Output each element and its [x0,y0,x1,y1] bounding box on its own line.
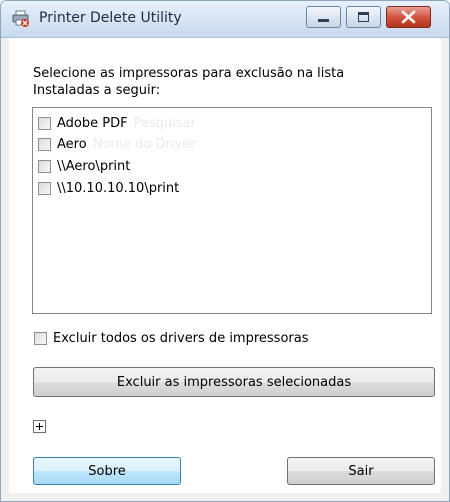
ghost-text: Pesquisar [133,115,196,131]
list-item-printer[interactable]: Aero Nome do Driver [38,134,196,154]
window-title: Printer Delete Utility [39,10,182,26]
exit-button[interactable]: Sair [287,457,435,485]
printer-checkbox[interactable] [38,159,51,173]
delete-selected-button[interactable]: Excluir as impressoras selecionadas [33,367,435,397]
ghost-text: Nome do Driver [92,136,196,152]
close-icon [401,10,416,24]
printer-name: \\10.10.10.10\print [57,180,180,196]
printer-delete-icon [12,10,30,28]
minimize-button[interactable] [306,6,341,28]
delete-all-drivers-option[interactable]: Excluir todos os drivers de impressoras [34,328,309,348]
printer-checkbox[interactable] [38,181,51,195]
about-button[interactable]: Sobre [33,457,181,485]
delete-all-drivers-checkbox[interactable] [34,331,47,345]
delete-all-drivers-label: Excluir todos os drivers de impressoras [53,330,309,346]
list-item-printer[interactable]: \\10.10.10.10\print [38,178,179,198]
expand-plus-icon[interactable] [33,420,46,433]
instructions-line-1: Selecione as impressoras para exclusão n… [33,66,345,81]
maximize-icon [358,12,369,22]
list-item-printer[interactable]: Adobe PDF Pesquisar [38,113,196,133]
minimize-icon [318,19,329,22]
printer-checkbox[interactable] [38,137,51,151]
instructions: Selecione as impressoras para exclusão n… [33,65,433,99]
maximize-button[interactable] [346,6,381,28]
printer-checkbox[interactable] [38,116,51,130]
instructions-line-2: Instaladas a seguir: [33,83,161,98]
printer-list[interactable]: Adobe PDF Pesquisar Aero Nome do Driver … [32,107,432,314]
title-bar[interactable]: Printer Delete Utility [1,1,449,38]
printer-name: Adobe PDF [57,115,128,131]
printer-name: Aero [57,136,87,152]
close-button[interactable] [386,6,431,28]
list-item-printer[interactable]: \\Aero\print [38,156,130,176]
printer-name: \\Aero\print [57,158,131,174]
